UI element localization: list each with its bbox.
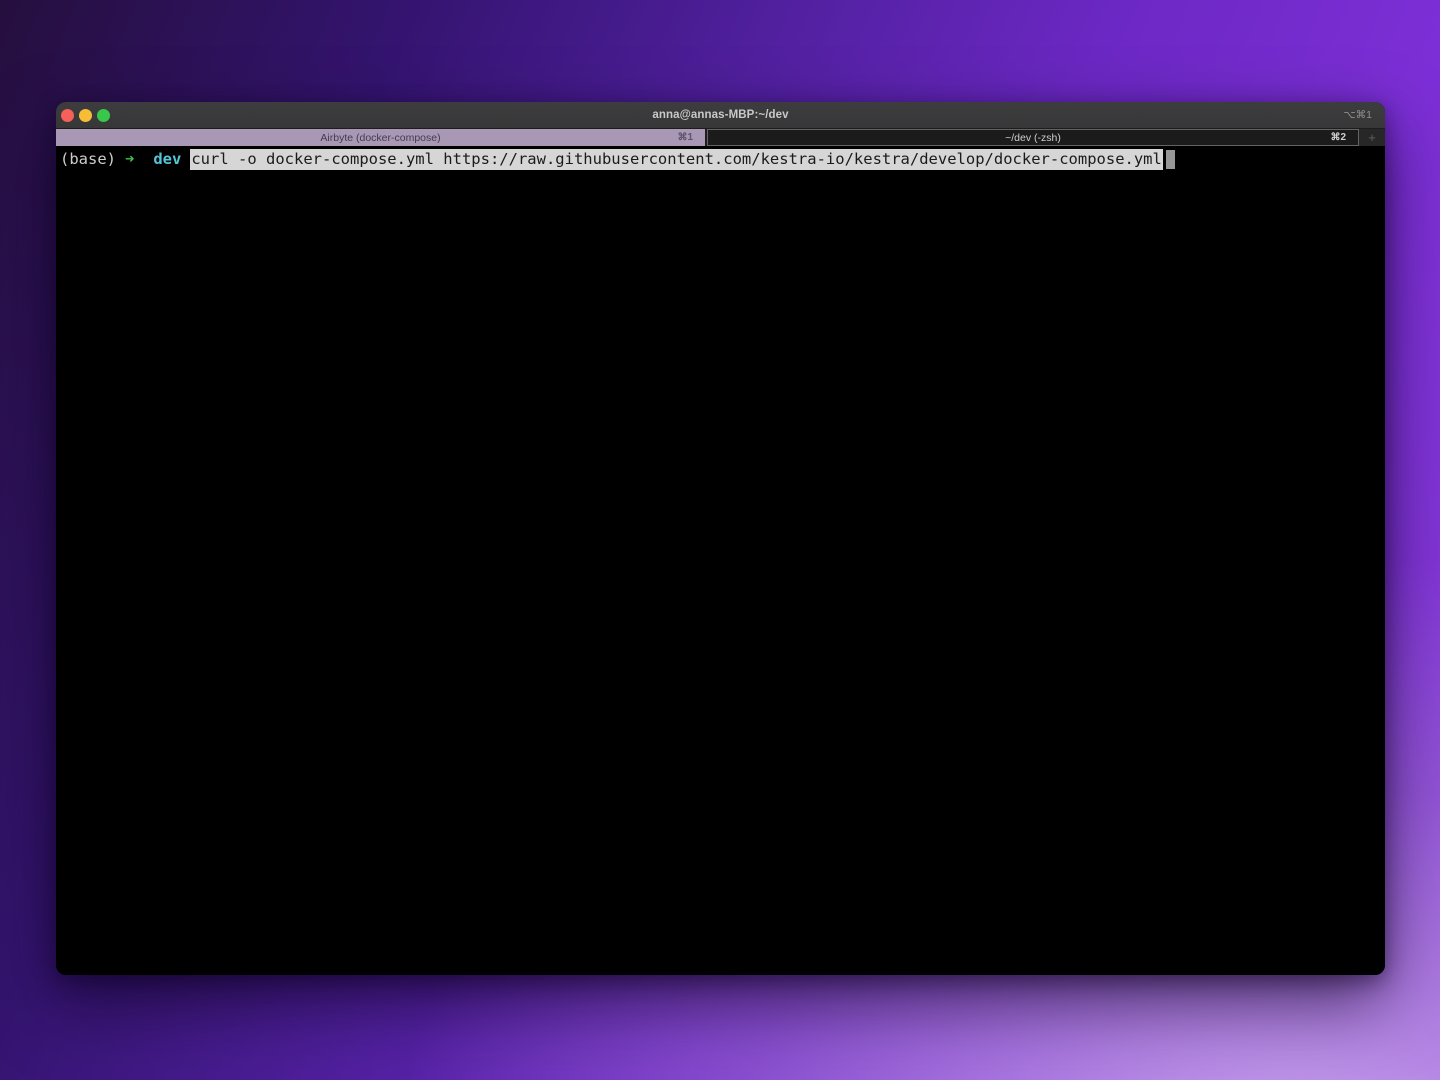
prompt-cwd: dev [153, 149, 181, 170]
tab-label: ~/dev (-zsh) [1005, 132, 1061, 144]
window-shortcut-hint: ⌥⌘1 [1344, 102, 1372, 128]
window-titlebar[interactable]: anna@annas-MBP:~/dev ⌥⌘1 [56, 102, 1385, 128]
tab-bar: Airbyte (docker-compose) ⌘1 ~/dev (-zsh)… [56, 128, 1385, 146]
close-button[interactable] [61, 109, 74, 122]
terminal-cursor [1166, 150, 1175, 169]
conda-env-label: (base) [60, 149, 116, 170]
terminal-window: anna@annas-MBP:~/dev ⌥⌘1 Airbyte (docker… [56, 102, 1385, 975]
prompt-arrow-icon: ➜ [125, 149, 134, 170]
traffic-lights [61, 102, 110, 128]
prompt-line: (base) ➜ dev curl -o docker-compose.yml … [60, 149, 1381, 170]
tab-label: Airbyte (docker-compose) [320, 132, 440, 144]
tab-shortcut-badge: ⌘1 [677, 129, 693, 146]
new-tab-button[interactable]: + [1359, 129, 1385, 146]
tab-dev-zsh[interactable]: ~/dev (-zsh) ⌘2 [707, 129, 1359, 146]
tab-shortcut-badge: ⌘2 [1330, 130, 1346, 145]
window-title: anna@annas-MBP:~/dev [56, 109, 1385, 121]
desktop-background: anna@annas-MBP:~/dev ⌥⌘1 Airbyte (docker… [0, 0, 1440, 1080]
zoom-button[interactable] [97, 109, 110, 122]
tab-airbyte-docker-compose[interactable]: Airbyte (docker-compose) ⌘1 [56, 129, 707, 146]
command-text-selected: curl -o docker-compose.yml https://raw.g… [190, 149, 1163, 170]
minimize-button[interactable] [79, 109, 92, 122]
terminal-content[interactable]: (base) ➜ dev curl -o docker-compose.yml … [56, 146, 1385, 975]
